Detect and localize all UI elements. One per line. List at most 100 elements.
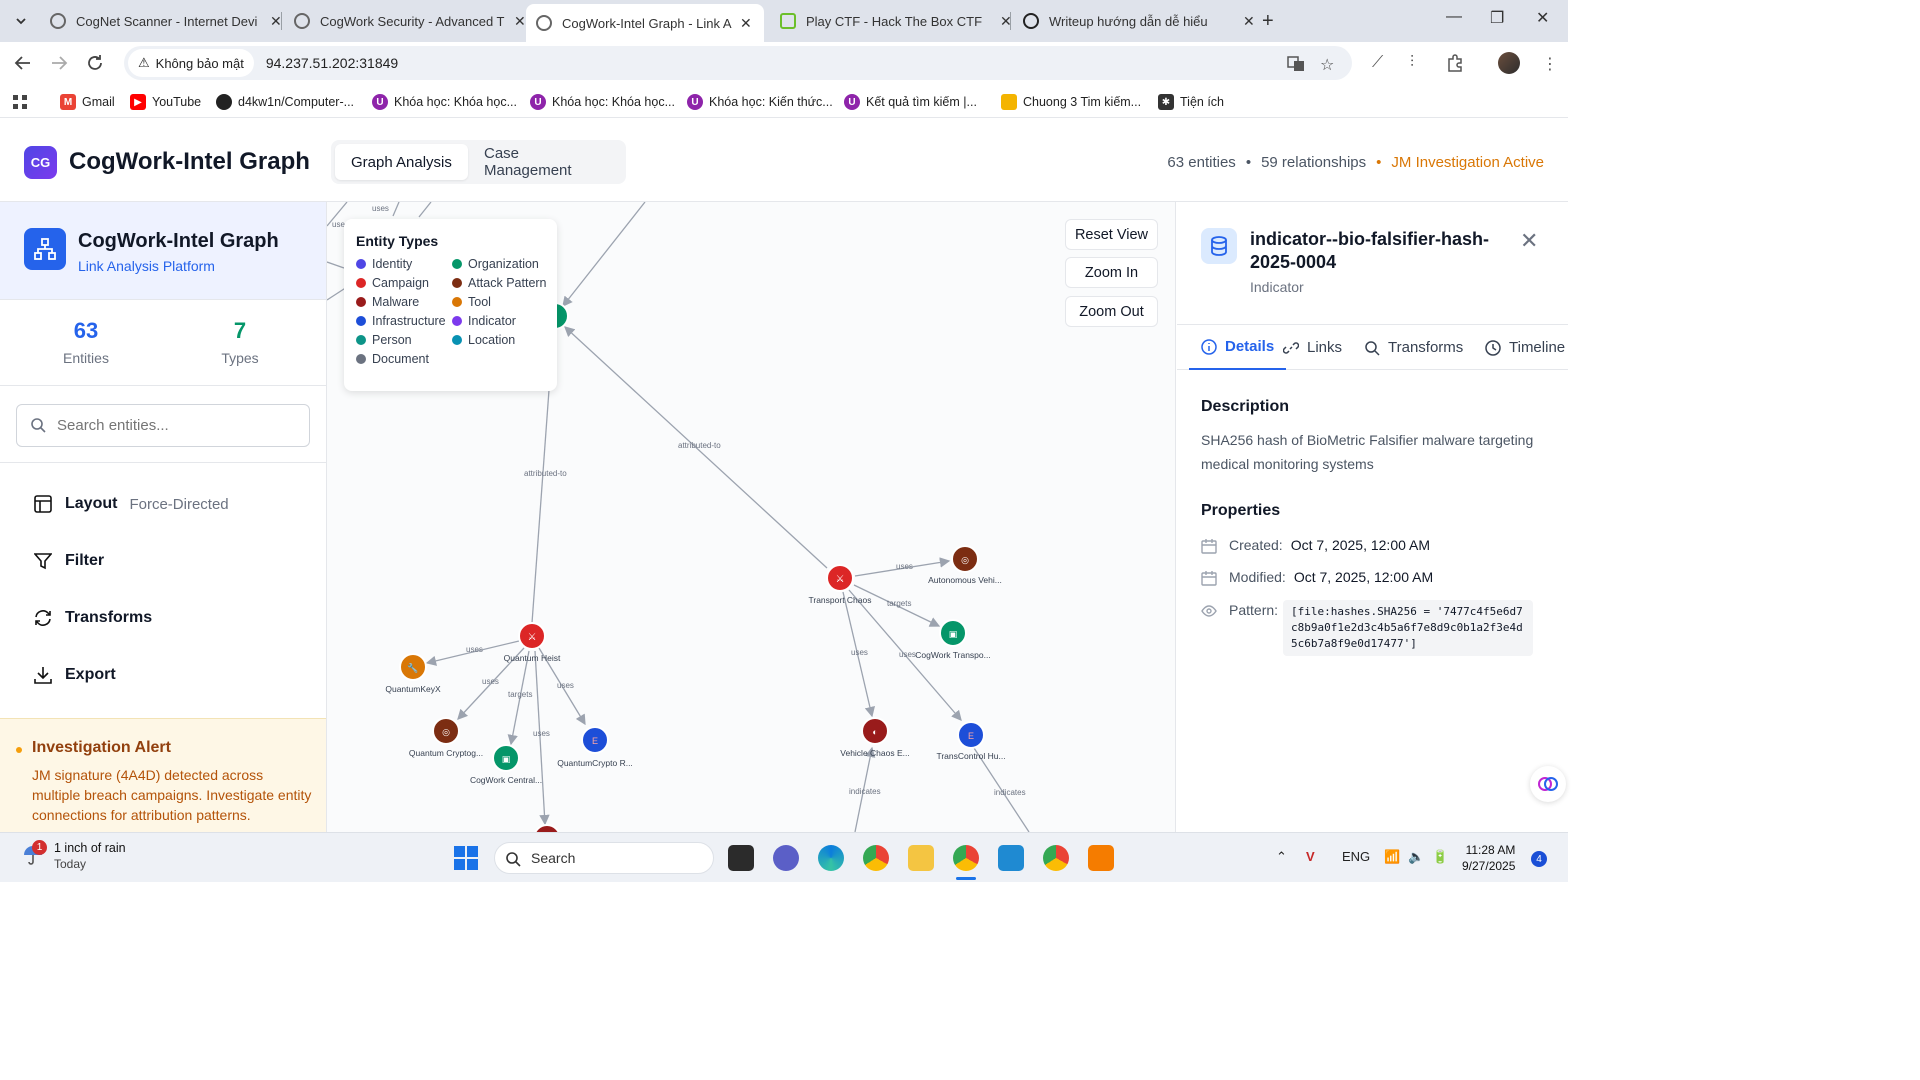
tab-transforms[interactable]: Transforms: [1364, 325, 1463, 370]
bookmarks-bar: M Gmail ▶ YouTube d4kw1n/Computer-... U Khó…: [0, 86, 1568, 118]
battery-icon[interactable]: 🔋: [1432, 849, 1448, 865]
reload-icon[interactable]: [86, 54, 104, 77]
bookmark-star-icon[interactable]: ☆: [1320, 55, 1334, 75]
forward-arrow-icon[interactable]: [50, 54, 68, 77]
node-label: Vehicle Chaos E...: [840, 748, 909, 758]
teams-icon[interactable]: [773, 845, 799, 871]
bookmark-github[interactable]: d4kw1n/Computer-...: [216, 94, 354, 110]
graph-canvas[interactable]: uses uses attributed-to attributed-to us…: [327, 202, 1176, 832]
edge-label-indicates: indicates: [849, 787, 881, 796]
menu-transforms[interactable]: Transforms: [33, 608, 152, 628]
clock[interactable]: 11:28 AM 9/27/2025: [1462, 842, 1515, 874]
translate-icon[interactable]: [1287, 55, 1305, 78]
close-tab-icon[interactable]: ✕: [1243, 13, 1255, 30]
node-label: Autonomous Vehi...: [928, 575, 1002, 585]
zoom-out-button[interactable]: Zoom Out: [1065, 296, 1158, 327]
browser-tab-htb[interactable]: Play CTF - Hack The Box CTF ✕: [770, 6, 1022, 36]
weather-line1: 1 inch of rain: [54, 841, 126, 855]
bookmark-chuong-3[interactable]: Chuong 3 Tim kiếm...: [1001, 94, 1141, 110]
windows-start-icon[interactable]: [454, 846, 478, 875]
minimize-icon[interactable]: —: [1446, 8, 1462, 26]
node-transport-chaos[interactable]: ⚔ Transport Chaos: [809, 564, 872, 605]
close-icon[interactable]: ✕: [1520, 228, 1538, 254]
close-tab-icon[interactable]: ✕: [270, 13, 282, 30]
tab-search-dropdown-icon[interactable]: [8, 8, 34, 34]
browser-tab-writeup[interactable]: Writeup hướng dẫn dễ hiểu ✕: [1013, 6, 1265, 36]
browser-tab-cognet[interactable]: CogNet Scanner - Internet Devi ✕: [40, 6, 292, 36]
menu-label: Filter: [65, 552, 105, 569]
kebab-menu-icon[interactable]: ⋮: [1542, 54, 1558, 74]
tab-timeline[interactable]: Timeline: [1485, 325, 1565, 370]
close-window-icon[interactable]: ✕: [1536, 8, 1549, 28]
extensions-puzzle-icon[interactable]: [1446, 54, 1464, 77]
extension-icon[interactable]: ⫶: [1410, 54, 1414, 72]
node-cogwork-transport[interactable]: ▣ CogWork Transpo...: [915, 619, 991, 660]
bookmark-khoa-hoc-2[interactable]: U Khóa học: Khóa học...: [530, 94, 675, 110]
volume-icon[interactable]: 🔈: [1408, 849, 1424, 865]
zoom-in-button[interactable]: Zoom In: [1065, 257, 1158, 288]
address-bar[interactable]: ⚠ Không bảo mật 94.237.51.202:31849: [124, 46, 1352, 80]
calendar-icon: [1201, 538, 1217, 554]
security-indicator[interactable]: ⚠ Không bảo mật: [128, 49, 254, 77]
node-quantumcrypto-r[interactable]: E QuantumCrypto R...: [557, 726, 633, 768]
svg-text:E: E: [968, 731, 974, 741]
taskbar-search[interactable]: Search: [494, 842, 714, 874]
wifi-icon[interactable]: 📶: [1384, 849, 1400, 865]
chrome-icon[interactable]: [863, 845, 889, 871]
chrome-icon[interactable]: [1043, 845, 1069, 871]
close-tab-icon[interactable]: ✕: [514, 13, 526, 30]
reset-view-button[interactable]: Reset View: [1065, 219, 1158, 250]
node-label: Quantum Heist: [504, 653, 561, 663]
ai-assistant-icon[interactable]: [1530, 766, 1566, 802]
browser-tab-intel-graph[interactable]: CogWork-Intel Graph - Link An ✕: [526, 4, 764, 42]
chevron-up-icon[interactable]: ⌃: [1276, 849, 1287, 865]
legend-swatch: [356, 278, 366, 288]
node-autonomous-vehicle[interactable]: ◎ Autonomous Vehi...: [928, 545, 1002, 585]
sublime-text-icon[interactable]: [1088, 845, 1114, 871]
browser-tab-cogwork-security[interactable]: CogWork Security - Advanced T ✕: [284, 6, 536, 36]
tab-links[interactable]: Links: [1283, 325, 1342, 370]
tab-case-management[interactable]: Case Management: [468, 144, 626, 180]
menu-export[interactable]: Export: [33, 665, 116, 685]
node-malware-partial[interactable]: [534, 824, 560, 832]
task-view-icon[interactable]: [728, 845, 754, 871]
node-label: CogWork Transpo...: [915, 650, 990, 660]
bookmark-khoa-hoc-3[interactable]: U Khóa học: Kiến thức...: [687, 94, 833, 110]
restore-icon[interactable]: ❐: [1490, 8, 1504, 28]
edge-icon[interactable]: [818, 845, 844, 871]
notification-badge[interactable]: 4: [1531, 851, 1547, 867]
language-indicator[interactable]: ENG: [1342, 849, 1370, 864]
vscode-icon[interactable]: [998, 845, 1024, 871]
bookmark-youtube[interactable]: ▶ YouTube: [130, 94, 201, 110]
weather-widget[interactable]: 1 1 inch of rain Today: [22, 840, 126, 871]
node-vehicle-chaos[interactable]: ◐ Vehicle Chaos E...: [840, 717, 910, 758]
bookmark-tien-ich[interactable]: ✱ Tiện ích: [1158, 94, 1224, 110]
close-tab-icon[interactable]: ✕: [740, 15, 752, 32]
tab-details[interactable]: Details: [1189, 325, 1287, 370]
sidebar-header: CogWork-Intel Graph Link Analysis Platfo…: [0, 202, 326, 300]
menu-filter[interactable]: Filter: [33, 551, 104, 571]
svg-text:◎: ◎: [442, 727, 450, 737]
back-arrow-icon[interactable]: [14, 54, 32, 77]
node-quantum-cryptography[interactable]: ◎ Quantum Cryptog...: [409, 717, 483, 758]
bookmark-gmail[interactable]: M Gmail: [60, 94, 115, 110]
url-text[interactable]: 94.237.51.202:31849: [266, 55, 398, 71]
profile-avatar[interactable]: [1498, 52, 1520, 74]
node-quantumkeyx[interactable]: 🔧 QuantumKeyX: [385, 653, 441, 694]
search-input[interactable]: [57, 417, 297, 434]
chrome-profile-icon[interactable]: [953, 845, 979, 871]
extension-icon[interactable]: ⟋: [1372, 54, 1383, 72]
node-label: CogWork Central...: [470, 775, 542, 785]
menu-layout[interactable]: Layout Force-Directed: [33, 494, 229, 514]
tab-graph-analysis[interactable]: Graph Analysis: [335, 144, 468, 180]
bookmark-khoa-hoc-1[interactable]: U Khóa học: Khóa học...: [372, 94, 517, 110]
course-icon: U: [372, 94, 388, 110]
tray-app-icon[interactable]: V: [1306, 849, 1315, 864]
edge-label-attributed-to: attributed-to: [678, 441, 721, 450]
node-transcontrol-hub[interactable]: E TransControl Hu...: [936, 721, 1006, 761]
search-box[interactable]: [16, 404, 310, 447]
apps-grid-icon[interactable]: [12, 94, 28, 110]
file-explorer-icon[interactable]: [908, 845, 934, 871]
new-tab-button[interactable]: +: [1262, 10, 1274, 33]
bookmark-ket-qua[interactable]: U Kết quả tìm kiếm |...: [844, 94, 977, 110]
